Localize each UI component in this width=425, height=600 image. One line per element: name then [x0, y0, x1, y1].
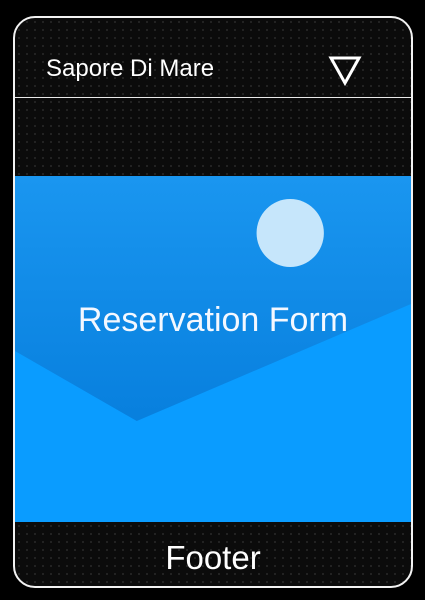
- footer-label: Footer: [165, 539, 261, 576]
- hero-banner: Reservation Form: [15, 176, 411, 522]
- hero-sun: [256, 199, 324, 267]
- image-placeholder-icon: [15, 176, 411, 522]
- footer: Footer: [15, 522, 411, 586]
- brand-title: Sapore Di Mare: [46, 55, 215, 82]
- menu-toggle-button[interactable]: [328, 55, 362, 87]
- hero-title: Reservation Form: [77, 301, 349, 339]
- triangle-down-icon: [328, 56, 362, 87]
- header: Sapore Di Mare: [15, 18, 411, 98]
- app-card: Sapore Di Mare Reservation Form Footer: [13, 16, 413, 588]
